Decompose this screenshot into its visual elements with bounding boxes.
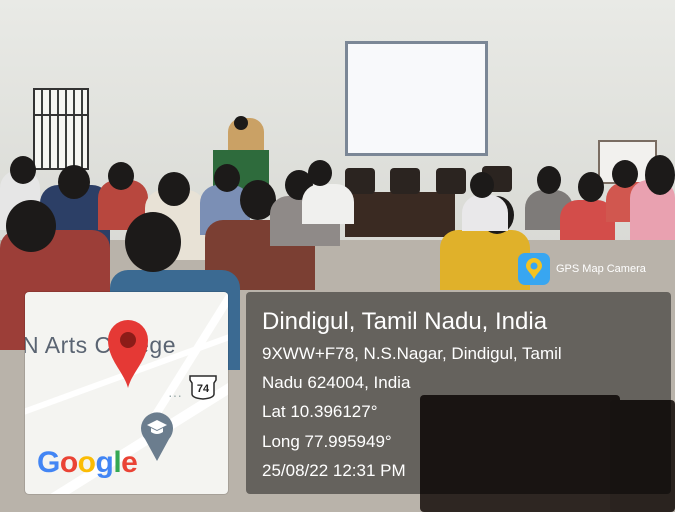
gps-overlay: N Arts College ··· 74 Google GPS Map Cam… <box>0 0 675 512</box>
map-thumbnail: N Arts College ··· 74 Google <box>25 292 228 494</box>
app-name: GPS Map Camera <box>556 263 646 275</box>
location-info-panel: Dindigul, Tamil Nadu, India 9XWW+F78, N.… <box>246 292 671 494</box>
address-line-2: Nadu 624004, India <box>262 373 411 392</box>
map-pin-camera-icon <box>518 253 550 285</box>
address-line-1: 9XWW+F78, N.S.Nagar, Dindigul, Tamil <box>262 344 562 363</box>
location-pin-icon <box>108 320 148 388</box>
app-badge: GPS Map Camera <box>518 253 646 285</box>
datetime: 25/08/22 12:31 PM <box>262 461 406 480</box>
graduation-cap-icon <box>141 412 173 461</box>
map-place-label: N Arts College <box>25 332 177 358</box>
location-title: Dindigul, Tamil Nadu, India <box>262 308 548 335</box>
route-shield-icon: 74 <box>189 375 217 400</box>
latitude: Lat 10.396127° <box>262 402 378 421</box>
map-dots: ··· <box>168 387 182 403</box>
google-logo: Google <box>37 446 138 479</box>
longitude: Long 77.995949° <box>262 432 392 451</box>
route-number: 74 <box>197 383 210 395</box>
